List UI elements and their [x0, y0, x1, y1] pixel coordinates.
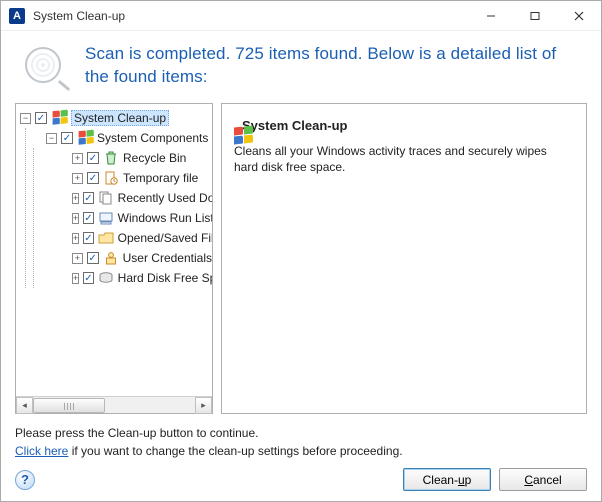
change-settings-link[interactable]: Click here: [15, 444, 68, 458]
magnifier-icon: [21, 43, 71, 93]
expand-icon[interactable]: +: [72, 233, 79, 244]
hard-disk-icon: [98, 270, 114, 286]
tree-item[interactable]: + ✓ Hard Disk Free Space: [34, 268, 212, 288]
collapse-icon[interactable]: −: [20, 113, 31, 124]
scan-summary: Scan is completed. 725 items found. Belo…: [85, 43, 577, 89]
tree-item[interactable]: + ✓ Recently Used Docum: [34, 188, 212, 208]
windows-logo-icon: [51, 110, 67, 126]
collapse-icon[interactable]: −: [46, 133, 57, 144]
expand-icon[interactable]: +: [72, 273, 79, 284]
expand-icon[interactable]: +: [72, 173, 83, 184]
scroll-right-button[interactable]: ▸: [195, 397, 212, 414]
tree-item[interactable]: + ✓ Windows Run List: [34, 208, 212, 228]
maximize-button[interactable]: [513, 1, 557, 30]
tree-item[interactable]: + ✓ User Credentials: [34, 248, 212, 268]
details-title: System Clean-up: [242, 118, 347, 133]
tree-item-label: Recently Used Docum: [118, 191, 212, 205]
tree-root[interactable]: − ✓ System Clean-up: [18, 108, 212, 128]
footer: Please press the Clean-up button to cont…: [1, 420, 601, 501]
tree-item-label: Recycle Bin: [123, 151, 186, 165]
checkbox[interactable]: ✓: [87, 252, 99, 264]
expand-icon[interactable]: +: [72, 213, 79, 224]
title-bar: A System Clean-up: [1, 1, 601, 31]
expand-icon[interactable]: +: [72, 253, 83, 264]
tree-item-label: User Credentials: [123, 251, 212, 265]
tree-group-label: System Components: [97, 131, 208, 145]
scroll-thumb[interactable]: [33, 398, 105, 413]
close-button[interactable]: [557, 1, 601, 30]
settings-line-tail: if you want to change the clean-up setti…: [68, 444, 402, 458]
tree-root-label[interactable]: System Clean-up: [71, 110, 169, 126]
settings-line: Click here if you want to change the cle…: [15, 444, 587, 458]
windows-logo-icon: [77, 130, 93, 146]
checkbox[interactable]: ✓: [61, 132, 73, 144]
recent-docs-icon: [98, 190, 114, 206]
checkbox[interactable]: ✓: [35, 112, 47, 124]
tree-panel: − ✓ System Clean-up − ✓ System Component…: [15, 103, 213, 414]
scroll-track[interactable]: [33, 397, 195, 414]
tree-group[interactable]: − ✓ System Components: [26, 128, 212, 148]
checkbox[interactable]: ✓: [83, 272, 93, 284]
expand-icon[interactable]: +: [72, 153, 83, 164]
run-list-icon: [98, 210, 114, 226]
expand-icon[interactable]: +: [72, 193, 79, 204]
checkbox[interactable]: ✓: [83, 192, 93, 204]
checkbox[interactable]: ✓: [87, 152, 99, 164]
results-tree[interactable]: − ✓ System Clean-up − ✓ System Component…: [16, 104, 212, 396]
cancel-button[interactable]: Cancel: [499, 468, 587, 491]
instruction-text: Please press the Clean-up button to cont…: [15, 426, 587, 440]
cleanup-button[interactable]: Clean-up: [403, 468, 491, 491]
app-icon: A: [9, 8, 25, 24]
help-button[interactable]: ?: [15, 470, 35, 490]
tree-item[interactable]: + ✓ Opened/Saved Files H: [34, 228, 212, 248]
checkbox[interactable]: ✓: [83, 232, 93, 244]
opened-saved-icon: [98, 230, 114, 246]
credentials-icon: [103, 250, 119, 266]
tree-item[interactable]: + ✓ Temporary file: [34, 168, 212, 188]
checkbox[interactable]: ✓: [83, 212, 93, 224]
tree-item[interactable]: + ✓ Recycle Bin: [34, 148, 212, 168]
window-title: System Clean-up: [33, 9, 469, 23]
tree-item-label: Hard Disk Free Space: [118, 271, 212, 285]
tree-item-label: Windows Run List: [118, 211, 212, 225]
temp-file-icon: [103, 170, 119, 186]
scroll-left-button[interactable]: ◂: [16, 397, 33, 414]
minimize-button[interactable]: [469, 1, 513, 30]
header: Scan is completed. 725 items found. Belo…: [1, 31, 601, 103]
tree-item-label: Temporary file: [123, 171, 198, 185]
horizontal-scrollbar[interactable]: ◂ ▸: [16, 396, 212, 413]
recycle-bin-icon: [103, 150, 119, 166]
tree-item-label: Opened/Saved Files H: [118, 231, 212, 245]
details-panel: System Clean-up Cleans all your Windows …: [221, 103, 587, 414]
checkbox[interactable]: ✓: [87, 172, 99, 184]
details-description: Cleans all your Windows activity traces …: [234, 143, 574, 175]
